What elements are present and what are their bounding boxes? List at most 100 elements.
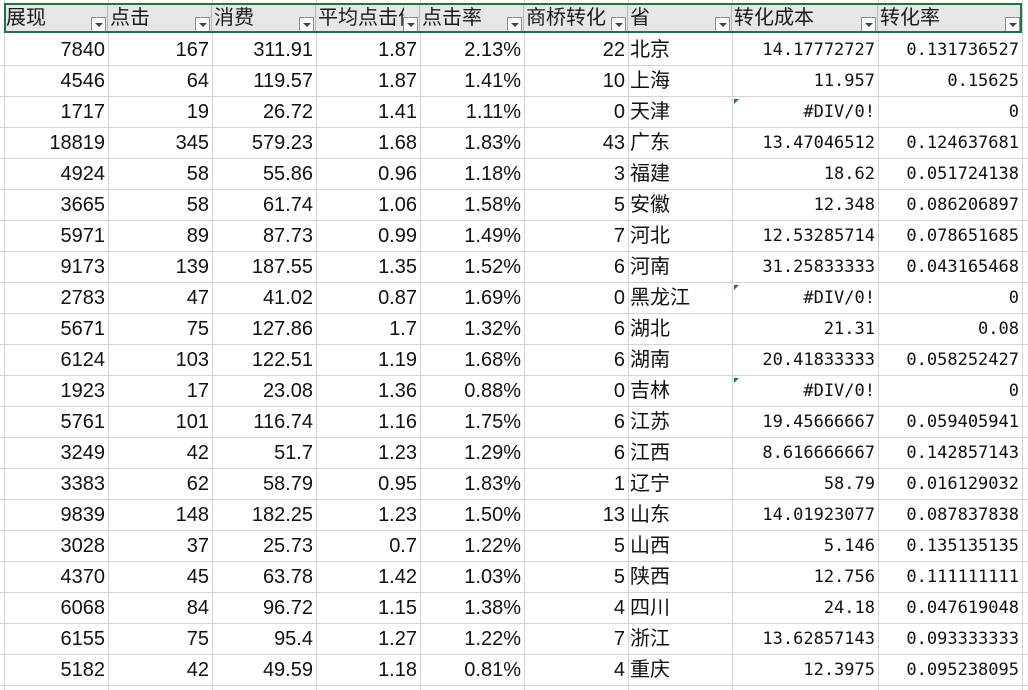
filter-dropdown-icon[interactable] xyxy=(611,17,626,32)
cell-col-cost-per-conv[interactable]: 21.31 xyxy=(732,314,878,345)
cell-col-clicks[interactable]: 101 xyxy=(108,407,212,438)
cell-col-clicks[interactable]: 47 xyxy=(108,283,212,314)
cell-col-avg-cpc[interactable]: 0.7 xyxy=(316,531,420,562)
filter-dropdown-icon[interactable] xyxy=(403,17,418,32)
cell-col-impressions[interactable]: 5761 xyxy=(4,407,108,438)
cell-col-impressions[interactable]: 1923 xyxy=(4,376,108,407)
cell-col-conv-rate[interactable]: 0.142857143 xyxy=(878,438,1022,469)
cell-col-cost-per-conv[interactable]: 12.348 xyxy=(732,190,878,221)
cell-col-conversions[interactable]: 6 xyxy=(524,438,628,469)
cell-col-province[interactable]: 安徽 xyxy=(628,190,732,221)
cell-col-conversions[interactable]: 7 xyxy=(524,221,628,252)
cell-col-cost-per-conv[interactable]: 12.3975 xyxy=(732,655,878,686)
cell-col-clicks[interactable]: 75 xyxy=(108,624,212,655)
cell-col-cost[interactable]: 87.73 xyxy=(212,221,316,252)
cell-col-clicks[interactable]: 64 xyxy=(108,66,212,97)
cell-col-cost[interactable]: 187.55 xyxy=(212,252,316,283)
cell-col-clicks[interactable]: 42 xyxy=(108,438,212,469)
cell-col-avg-cpc[interactable]: 1.7 xyxy=(316,314,420,345)
cell-col-conversions[interactable]: 5 xyxy=(524,562,628,593)
cell-col-conv-rate[interactable]: 0.047619048 xyxy=(878,593,1022,624)
cell-col-cost[interactable]: 25.73 xyxy=(212,531,316,562)
cell-col-clicks[interactable]: 37 xyxy=(108,531,212,562)
cell-col-cost[interactable]: 127.86 xyxy=(212,314,316,345)
cell-col-conversions[interactable]: 6 xyxy=(524,407,628,438)
cell-col-cost[interactable]: 182.25 xyxy=(212,500,316,531)
cell-col-province[interactable]: 福建 xyxy=(628,159,732,190)
cell-col-clicks[interactable]: 45 xyxy=(108,562,212,593)
cell-col-clicks[interactable]: 139 xyxy=(108,252,212,283)
cell-col-ctr[interactable]: 1.75% xyxy=(420,407,524,438)
cell-col-conv-rate[interactable]: 0.051724138 xyxy=(878,159,1022,190)
filter-dropdown-icon[interactable] xyxy=(507,17,522,32)
cell-col-cost-per-conv[interactable]: 18.62 xyxy=(732,159,878,190)
cell-col-avg-cpc[interactable]: 1.23 xyxy=(316,500,420,531)
cell-col-conv-rate[interactable]: 0.078651685 xyxy=(878,221,1022,252)
cell-col-clicks[interactable]: 58 xyxy=(108,159,212,190)
error-indicator-icon[interactable] xyxy=(734,99,739,104)
cell-col-avg-cpc[interactable]: 1.15 xyxy=(316,593,420,624)
cell-col-avg-cpc[interactable]: 1.41 xyxy=(316,97,420,128)
cell-col-impressions[interactable]: 4924 xyxy=(4,159,108,190)
cell-col-clicks[interactable]: 62 xyxy=(108,469,212,500)
cell-col-conversions[interactable]: 5 xyxy=(524,531,628,562)
header-col-clicks[interactable]: 点击 xyxy=(108,4,212,33)
cell-col-conv-rate[interactable]: 0.111111111 xyxy=(878,562,1022,593)
cell-col-avg-cpc[interactable]: 1.16 xyxy=(316,407,420,438)
spreadsheet-grid[interactable]: 展现点击消费平均点击价格点击率商桥转化省转化成本转化率7840167311.91… xyxy=(0,0,1028,690)
cell-col-province[interactable]: 吉林 xyxy=(628,376,732,407)
cell-col-cost[interactable]: 122.51 xyxy=(212,345,316,376)
cell-col-impressions[interactable]: 3249 xyxy=(4,438,108,469)
cell-col-ctr[interactable]: 0.81% xyxy=(420,655,524,686)
cell-col-conversions[interactable]: 43 xyxy=(524,128,628,159)
cell-col-conversions[interactable]: 4 xyxy=(524,655,628,686)
cell-col-cost[interactable]: 23.08 xyxy=(212,376,316,407)
cell-col-avg-cpc[interactable]: 1.27 xyxy=(316,624,420,655)
cell-col-clicks[interactable]: 17 xyxy=(108,376,212,407)
error-indicator-icon[interactable] xyxy=(734,285,739,290)
cell-col-cost[interactable]: 58.79 xyxy=(212,469,316,500)
cell-col-ctr[interactable]: 1.32% xyxy=(420,314,524,345)
cell-col-conv-rate[interactable]: 0.016129032 xyxy=(878,469,1022,500)
cell-col-province[interactable]: 河北 xyxy=(628,221,732,252)
cell-col-cost[interactable]: 95.4 xyxy=(212,624,316,655)
cell-col-ctr[interactable]: 0.88% xyxy=(420,376,524,407)
cell-col-province[interactable]: 江苏 xyxy=(628,407,732,438)
cell-col-conv-rate[interactable]: 0.124637681 xyxy=(878,128,1022,159)
cell-col-impressions[interactable]: 1717 xyxy=(4,97,108,128)
filter-dropdown-icon[interactable] xyxy=(299,17,314,32)
cell-col-cost-per-conv[interactable]: #DIV/0! xyxy=(732,97,878,128)
cell-col-ctr[interactable]: 1.41% xyxy=(420,66,524,97)
filter-dropdown-icon[interactable] xyxy=(1005,17,1020,32)
filter-dropdown-icon[interactable] xyxy=(195,17,210,32)
cell-col-clicks[interactable]: 89 xyxy=(108,221,212,252)
cell-col-cost[interactable]: 61.74 xyxy=(212,190,316,221)
cell-col-cost[interactable]: 51.7 xyxy=(212,438,316,469)
cell-col-cost-per-conv[interactable]: 19.45666667 xyxy=(732,407,878,438)
cell-col-impressions[interactable]: 2783 xyxy=(4,283,108,314)
cell-col-cost-per-conv[interactable]: 8.616666667 xyxy=(732,438,878,469)
cell-col-ctr[interactable]: 1.83% xyxy=(420,469,524,500)
cell-col-conv-rate[interactable]: 0.135135135 xyxy=(878,531,1022,562)
cell-col-conversions[interactable]: 7 xyxy=(524,624,628,655)
cell-col-cost[interactable]: 49.59 xyxy=(212,655,316,686)
cell-col-conversions[interactable]: 10 xyxy=(524,66,628,97)
cell-col-ctr[interactable]: 1.18% xyxy=(420,159,524,190)
cell-col-province[interactable]: 广东 xyxy=(628,128,732,159)
cell-col-conv-rate[interactable]: 0 xyxy=(878,97,1022,128)
cell-col-ctr[interactable]: 1.22% xyxy=(420,624,524,655)
header-col-avg-cpc[interactable]: 平均点击价格 xyxy=(316,4,420,33)
cell-col-impressions[interactable]: 3383 xyxy=(4,469,108,500)
cell-col-conv-rate[interactable]: 0 xyxy=(878,283,1022,314)
cell-col-ctr[interactable]: 1.49% xyxy=(420,221,524,252)
cell-col-cost[interactable]: 96.72 xyxy=(212,593,316,624)
header-col-impressions[interactable]: 展现 xyxy=(4,4,108,33)
cell-col-conversions[interactable]: 1 xyxy=(524,469,628,500)
cell-col-impressions[interactable]: 6068 xyxy=(4,593,108,624)
cell-col-conversions[interactable]: 22 xyxy=(524,35,628,66)
cell-col-conv-rate[interactable]: 0.15625 xyxy=(878,66,1022,97)
cell-col-cost-per-conv[interactable]: 13.62857143 xyxy=(732,624,878,655)
cell-col-cost-per-conv[interactable]: 14.01923077 xyxy=(732,500,878,531)
cell-col-ctr[interactable]: 1.11% xyxy=(420,97,524,128)
cell-col-conv-rate[interactable]: 0.095238095 xyxy=(878,655,1022,686)
